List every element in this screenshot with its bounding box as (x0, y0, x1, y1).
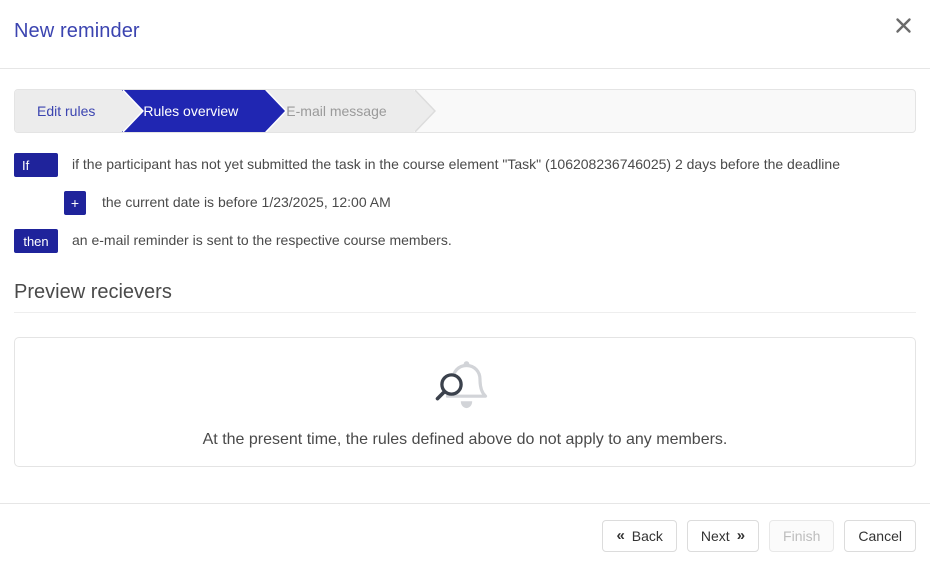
rule-and-text: the current date is before 1/23/2025, 12… (102, 194, 391, 210)
preview-recievers-heading: Preview recievers (14, 281, 916, 313)
rule-if-text: if the participant has not yet submitted… (72, 156, 840, 172)
then-badge: then (14, 229, 58, 253)
dialog-header: New reminder (0, 0, 930, 69)
step-edit-rules[interactable]: Edit rules (15, 90, 145, 132)
next-button[interactable]: Next » (686, 519, 760, 552)
rule-then-text: an e-mail reminder is sent to the respec… (72, 232, 452, 248)
page-title: New reminder (14, 20, 140, 42)
finish-button: Finish (769, 519, 835, 552)
bell-search-icon (430, 355, 500, 417)
preview-empty-message: At the present time, the rules defined a… (202, 431, 728, 448)
cancel-button-label: Cancel (858, 527, 902, 544)
plus-icon[interactable]: + (64, 191, 86, 215)
rule-row-then: then an e-mail reminder is sent to the r… (14, 229, 916, 253)
rule-row-and: + the current date is before 1/23/2025, … (14, 191, 916, 215)
step-rules-overview-label: Rules overview (143, 103, 239, 119)
if-badge: If (14, 153, 58, 177)
new-reminder-dialog: New reminder Edit rules Rules overview E… (0, 0, 930, 567)
step-email-message-label: E-mail message (286, 103, 387, 119)
back-button-label: Back (631, 527, 663, 544)
wizard-step-bar: Edit rules Rules overview E-mail message (14, 89, 916, 133)
finish-button-label: Finish (783, 527, 821, 544)
chevron-double-right-icon: » (736, 527, 746, 544)
cancel-button[interactable]: Cancel (844, 519, 916, 552)
back-button[interactable]: « Back (602, 519, 677, 552)
rule-row-if: If if the participant has not yet submit… (14, 153, 916, 177)
dialog-footer: « Back Next » Finish Cancel (0, 503, 930, 567)
preview-recievers-panel: At the present time, the rules defined a… (14, 337, 916, 467)
close-icon[interactable] (888, 10, 918, 40)
step-edit-rules-label: Edit rules (37, 103, 96, 119)
rules-summary: If if the participant has not yet submit… (14, 153, 916, 253)
dialog-body: Edit rules Rules overview E-mail message… (0, 69, 930, 503)
chevron-double-left-icon: « (616, 527, 625, 544)
next-button-label: Next (700, 527, 730, 544)
